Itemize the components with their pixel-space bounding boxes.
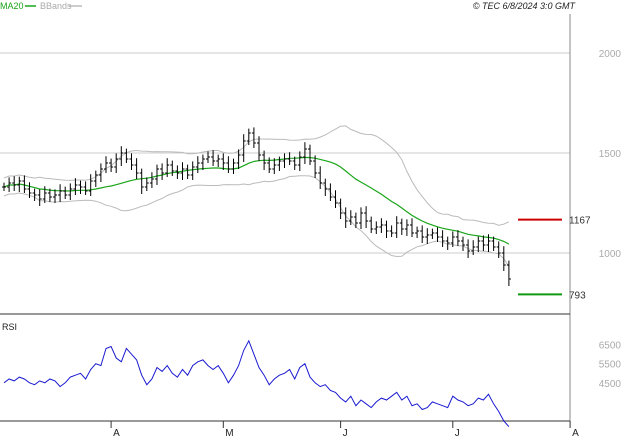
price-bar: [455, 230, 460, 246]
price-bar: [58, 184, 63, 202]
price-bar: [282, 153, 287, 168]
price-bar: [461, 236, 465, 251]
price-bar: [308, 144, 312, 165]
price-bar: [53, 189, 57, 203]
rsi-tick-label: 6500: [599, 341, 622, 352]
price-bar: [12, 176, 17, 191]
price-bar: [139, 168, 144, 194]
chart-canvas: MA20 BBands © TEC 6/8/2024 3:0 GMT 1167 7…: [0, 1, 622, 439]
level-label: 1167: [569, 216, 591, 227]
price-bar: [404, 219, 409, 236]
price-bar: [98, 163, 103, 182]
price-bar: [144, 177, 149, 191]
price-tick-label: 1500: [599, 149, 622, 160]
price-bar: [359, 207, 363, 229]
price-bar: [476, 236, 481, 252]
price-levels: 1167 793: [518, 216, 591, 301]
price-bar: [190, 161, 195, 180]
price-bar: [297, 151, 302, 171]
price-axis-ticks: 2000 1500 1000: [599, 49, 622, 260]
price-bar: [236, 149, 241, 169]
x-tick-label: J: [343, 428, 348, 439]
price-bar: [160, 163, 165, 180]
rsi-tick-label: 5500: [599, 360, 622, 371]
price-bar: [501, 246, 506, 271]
price-bar: [399, 218, 404, 235]
rsi-axis-ticks: 6500 5500 4500: [599, 341, 622, 390]
price-bar: [109, 158, 114, 172]
price-bar: [379, 218, 384, 233]
price-bar: [78, 180, 83, 194]
price-bar: [68, 183, 73, 200]
price-bar: [369, 216, 374, 233]
price-bar: [200, 154, 205, 170]
price-bar: [93, 170, 98, 187]
price-bar: [88, 174, 93, 196]
price-bar: [155, 164, 159, 185]
price-bar: [129, 153, 134, 170]
bollinger-bands: [3, 125, 510, 267]
price-bar: [257, 136, 261, 161]
price-bar: [430, 228, 435, 239]
upper-band: [3, 125, 510, 226]
price-bar: [328, 183, 333, 201]
price-bar: [119, 146, 124, 166]
price-bar: [251, 127, 256, 148]
price-bars: [2, 127, 511, 286]
price-bar: [364, 206, 369, 228]
price-bar: [425, 228, 430, 244]
price-bar: [37, 189, 42, 206]
price-bar: [149, 172, 154, 188]
price-bar: [104, 156, 108, 173]
x-tick-label: A: [572, 428, 579, 439]
rsi-line: [3, 339, 510, 428]
price-bar: [124, 148, 129, 163]
price-bar: [435, 227, 440, 242]
price-bar: [338, 198, 343, 219]
price-bar: [195, 156, 200, 173]
price-tick-label: 2000: [599, 49, 622, 60]
x-axis-labels: AMJJA: [110, 421, 579, 439]
price-bar: [440, 230, 445, 247]
price-bar: [394, 216, 399, 238]
price-bar: [318, 166, 323, 189]
level-label: 793: [569, 290, 586, 301]
price-bar: [2, 182, 6, 191]
price-bar: [374, 221, 379, 234]
price-tick-label: 1000: [599, 249, 622, 260]
price-bar: [216, 154, 221, 167]
x-tick-label: M: [225, 428, 233, 439]
ma-legend-label: MA20: [0, 1, 24, 11]
price-bar: [420, 225, 425, 243]
price-bar: [384, 220, 389, 238]
price-bar: [32, 188, 37, 201]
price-bar: [134, 158, 139, 179]
rsi-panel-title: RSI: [2, 322, 17, 332]
price-bar: [73, 178, 78, 195]
price-bar: [481, 235, 486, 251]
rsi-tick-label: 4500: [599, 379, 622, 390]
price-bar: [114, 153, 119, 173]
price-bar: [185, 164, 190, 179]
price-bar: [63, 186, 68, 199]
price-bar: [389, 225, 394, 237]
price-bar: [170, 160, 175, 176]
price-bar: [231, 158, 236, 174]
x-tick-label: A: [113, 428, 120, 439]
price-bar: [415, 226, 420, 238]
rsi-path: [3, 339, 510, 428]
price-bar: [226, 156, 231, 173]
copyright-text: © TEC 6/8/2024 3:0 GMT: [473, 1, 577, 11]
bb-legend-label: BBands: [40, 1, 72, 11]
x-tick-label: J: [455, 428, 460, 439]
price-bar: [410, 218, 414, 237]
price-bar: [323, 178, 328, 196]
price-bar: [83, 181, 88, 195]
price-bar: [221, 153, 226, 170]
price-bar: [333, 190, 338, 208]
